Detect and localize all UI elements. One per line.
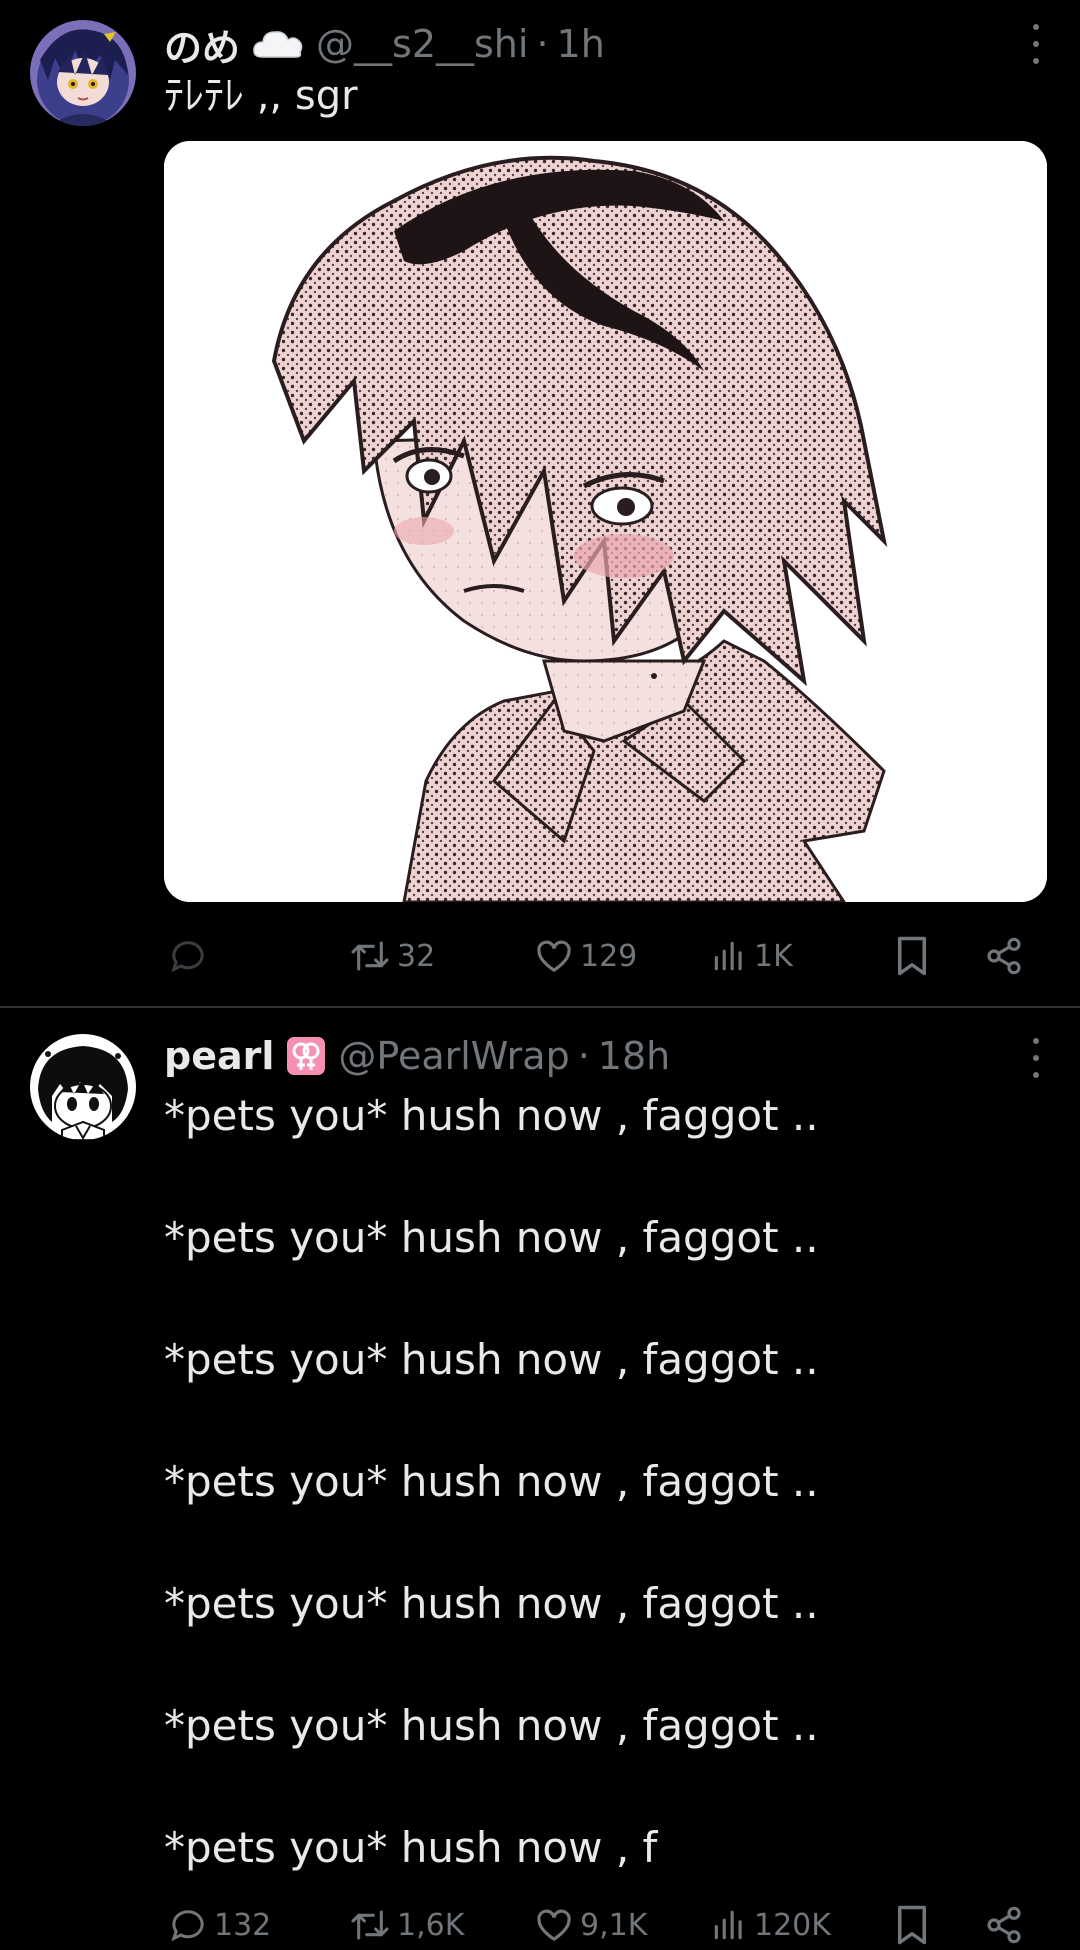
separator: · xyxy=(536,22,549,66)
tweet-header: pearl @PearlWrap · 18h xyxy=(164,1028,670,1084)
like-button[interactable]: 9,1K xyxy=(534,1900,647,1950)
heart-icon xyxy=(537,1909,571,1942)
tweet-actions: 132 1,6K 9,1K 120K xyxy=(164,1900,1034,1950)
timestamp[interactable]: 18h xyxy=(598,1034,670,1078)
like-count: 129 xyxy=(580,938,638,974)
tweet-actions: 32 129 1K xyxy=(164,931,1034,981)
separator: · xyxy=(577,1034,590,1078)
tweet-text-line: *pets you* hush now , faggot .. xyxy=(164,1579,819,1628)
user-handle[interactable]: @PearlWrap xyxy=(338,1034,569,1078)
repost-icon xyxy=(351,1910,389,1940)
repost-count: 1,6K xyxy=(397,1907,465,1943)
view-count: 1K xyxy=(754,938,793,974)
repost-button[interactable]: 1,6K xyxy=(349,1900,464,1950)
display-name[interactable]: のめ xyxy=(164,17,240,72)
timestamp[interactable]: 1h xyxy=(557,22,605,66)
tweet-text: ﾃﾚﾃﾚ ,, sgr xyxy=(164,73,358,119)
anime-sketch-image[interactable] xyxy=(164,141,1047,902)
tweet-text-line: *pets you* hush now , faggot .. xyxy=(164,1213,819,1262)
user-handle[interactable]: @__s2__shi xyxy=(316,22,528,66)
share-icon xyxy=(987,937,1021,975)
reply-button[interactable] xyxy=(168,931,214,981)
avatar[interactable] xyxy=(30,1034,136,1140)
view-count: 120K xyxy=(754,1907,831,1943)
repost-icon xyxy=(351,941,389,971)
display-name[interactable]: pearl xyxy=(164,1034,274,1078)
views-icon xyxy=(714,1910,742,1940)
views-button[interactable]: 120K xyxy=(710,1900,831,1950)
heart-icon xyxy=(537,940,571,973)
tweet-text: *pets you* hush now , faggot .. *pets yo… xyxy=(164,1088,1044,1942)
repost-button[interactable]: 32 xyxy=(349,931,435,981)
bookmark-icon xyxy=(898,1905,926,1945)
tweet-card[interactable]: pearl @PearlWrap · 18h *pets you* hush n… xyxy=(0,1008,1080,1950)
tweet-text-line: *pets you* hush now , faggot .. xyxy=(164,1091,819,1140)
share-button[interactable] xyxy=(984,1900,1024,1950)
tweet-text-line: *pets you* hush now , faggot .. xyxy=(164,1701,819,1750)
bookmark-icon xyxy=(898,936,926,976)
avatar[interactable] xyxy=(30,20,136,126)
share-button[interactable] xyxy=(984,931,1024,981)
bookmark-button[interactable] xyxy=(894,931,930,981)
reply-icon xyxy=(171,941,204,973)
more-options-icon[interactable] xyxy=(1028,24,1044,64)
repost-count: 32 xyxy=(397,938,436,974)
cloud-emoji-icon xyxy=(252,27,304,61)
like-count: 9,1K xyxy=(580,1907,648,1943)
views-icon xyxy=(714,941,742,971)
views-button[interactable]: 1K xyxy=(710,931,793,981)
bookmark-button[interactable] xyxy=(894,1900,930,1950)
like-button[interactable]: 129 xyxy=(534,931,637,981)
tweet-text-line: *pets you* hush now , faggot .. xyxy=(164,1457,819,1506)
lesbian-symbol-emoji-icon xyxy=(286,1036,326,1076)
reply-button[interactable]: 132 xyxy=(168,1900,271,1950)
tweet-card[interactable]: のめ @__s2__shi · 1h ﾃﾚﾃﾚ ,, sgr 32 129 1K xyxy=(0,0,1080,1006)
reply-icon xyxy=(171,1910,204,1942)
more-options-icon[interactable] xyxy=(1028,1038,1044,1078)
tweet-header: のめ @__s2__shi · 1h xyxy=(164,16,605,72)
reply-count: 132 xyxy=(214,1907,272,1943)
tweet-text-line: *pets you* hush now , faggot .. xyxy=(164,1335,819,1384)
share-icon xyxy=(987,1906,1021,1944)
